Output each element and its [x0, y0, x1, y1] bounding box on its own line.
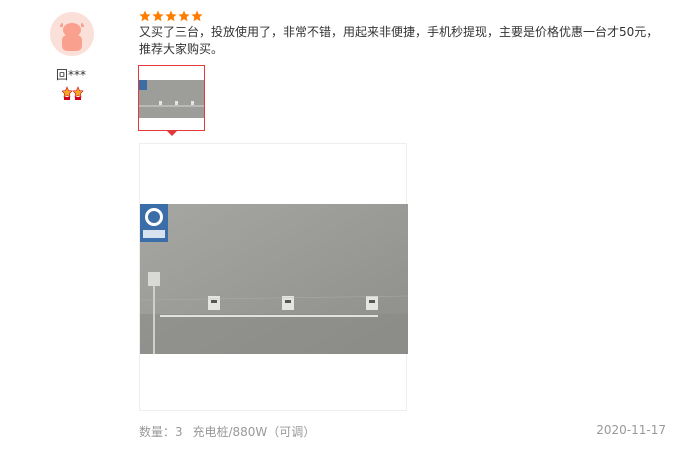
member-level-badge-icon [61, 85, 84, 100]
thumbnail-selected-arrow [167, 131, 177, 136]
star-icon [152, 10, 164, 22]
product-spec-label: 充电桩/880W（可调） [192, 425, 316, 439]
photo-thumbnail[interactable] [138, 65, 205, 131]
review-item: 回*** 又买了三台，投放使用了，非常不错，用起来非便捷，手机秒提现，主要是价格… [0, 0, 687, 455]
star-icon [165, 10, 177, 22]
star-icon [191, 10, 203, 22]
photo-viewer[interactable] [139, 143, 408, 411]
avatar [50, 12, 94, 56]
avatar-cow-icon [50, 12, 94, 56]
rating-stars [139, 10, 203, 22]
review-photo [140, 204, 408, 354]
quantity-label: 数量：3 [139, 425, 183, 439]
review-date: 2020-11-17 [596, 423, 666, 437]
username: 回*** [56, 68, 87, 82]
order-meta: 数量：3 充电桩/880W（可调） [139, 423, 321, 440]
review-text: 又买了三台，投放使用了，非常不错，用起来非便捷，手机秒提现，主要是价格优惠一台才… [139, 25, 659, 56]
star-icon [139, 10, 151, 22]
star-icon [178, 10, 190, 22]
